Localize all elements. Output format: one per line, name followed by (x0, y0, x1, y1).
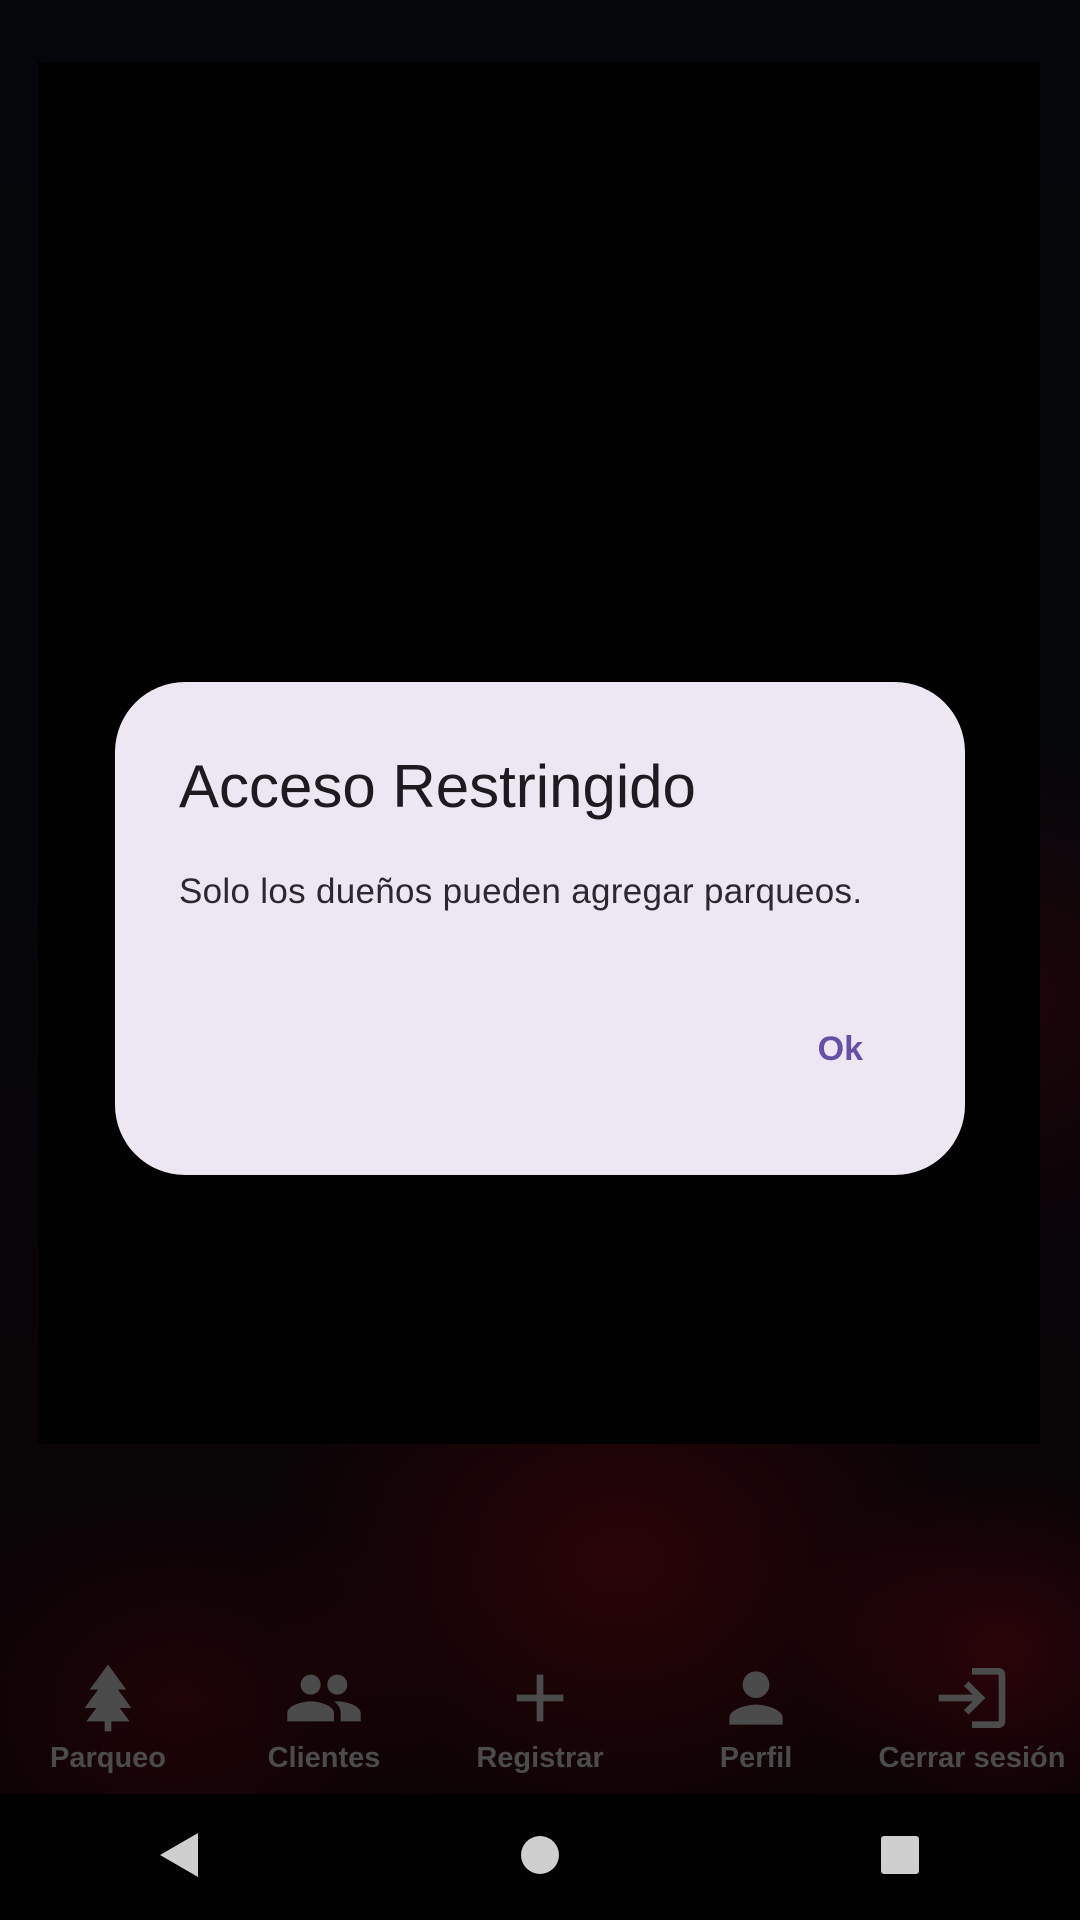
restricted-access-dialog: Acceso Restringido Solo los dueños puede… (115, 682, 965, 1175)
ok-button[interactable]: Ok (812, 1022, 869, 1077)
system-recents-button[interactable] (840, 1797, 960, 1917)
system-back-button[interactable] (120, 1797, 240, 1917)
dialog-message: Solo los dueños pueden agregar parqueos. (179, 872, 863, 911)
home-icon (518, 1833, 562, 1882)
dialog-title: Acceso Restringido (179, 753, 696, 820)
system-navigation-bar (0, 1794, 1080, 1920)
recents-icon (879, 1834, 921, 1881)
system-home-button[interactable] (480, 1797, 600, 1917)
back-icon (158, 1831, 202, 1884)
